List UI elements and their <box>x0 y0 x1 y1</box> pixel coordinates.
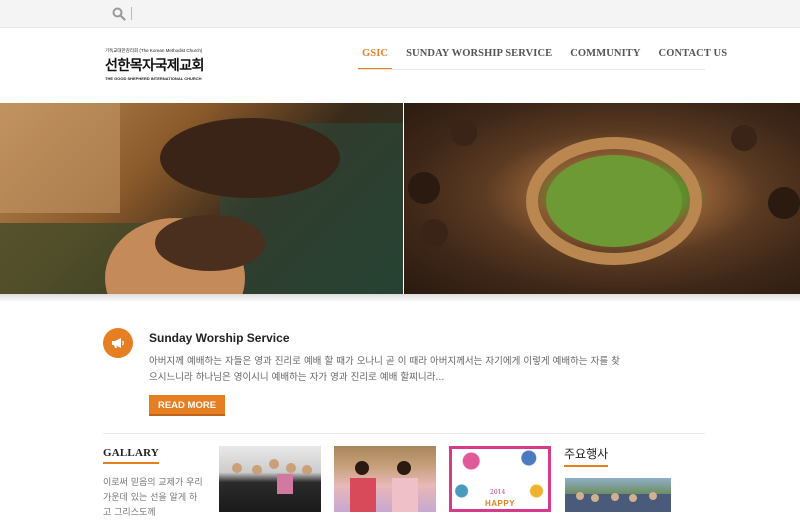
card-year: 2014 <box>490 489 506 496</box>
hero-banner <box>0 103 800 294</box>
nav-item-contact[interactable]: CONTACT US <box>655 48 732 70</box>
feature-body: 아버지께 예배하는 자들은 영과 진리로 예배 할 때가 오나니 곧 이 때라 … <box>149 356 620 383</box>
nav-underline-rule <box>358 69 705 70</box>
gallery-thumb-1[interactable] <box>219 446 321 512</box>
card-happy: HAPPY <box>485 499 516 508</box>
nav-item-community[interactable]: COMMUNITY <box>566 48 644 70</box>
nav-item-sunday-worship[interactable]: SUNDAY WORSHIP SERVICE <box>402 48 556 70</box>
main-nav: GSIC SUNDAY WORSHIP SERVICE COMMUNITY CO… <box>358 48 741 70</box>
section-divider <box>103 433 705 434</box>
gallery-thumb-3-card[interactable]: 2014 HAPPY <box>449 446 551 512</box>
gallery-title[interactable]: GALLARY <box>103 447 160 464</box>
circle-illustration <box>408 120 800 265</box>
hero-image-hands <box>0 103 403 294</box>
events-title[interactable]: 주요행사 <box>564 445 609 467</box>
hero-shadow <box>0 294 800 302</box>
nav-item-gsic[interactable]: GSIC <box>358 48 393 70</box>
feature-title: Sunday Worship Service <box>149 331 290 345</box>
gallery-description: 이로써 믿음의 교제가 우리 가운데 있는 선을 알게 하고 그리스도께 <box>103 478 203 518</box>
gallery-thumb-2[interactable] <box>334 446 436 512</box>
logo-denomination: 기독교대한감리회 (The Korean Methodist Church) <box>105 48 203 53</box>
hero-image-circle <box>404 103 800 294</box>
logo-english-name: THE GOOD SHEPHERD INTERNATIONAL CHURCH <box>105 76 202 81</box>
top-bar <box>0 0 800 28</box>
read-more-button[interactable]: READ MORE <box>149 395 225 416</box>
topbar-separator <box>131 7 132 20</box>
search-icon[interactable] <box>112 7 126 21</box>
logo-name: 선한목자국제교회 <box>105 58 205 74</box>
church-logo[interactable]: 기독교대한감리회 (The Korean Methodist Church) 선… <box>105 48 205 81</box>
events-thumb[interactable] <box>565 478 671 512</box>
megaphone-icon <box>103 328 133 358</box>
hands-illustration <box>0 103 403 294</box>
